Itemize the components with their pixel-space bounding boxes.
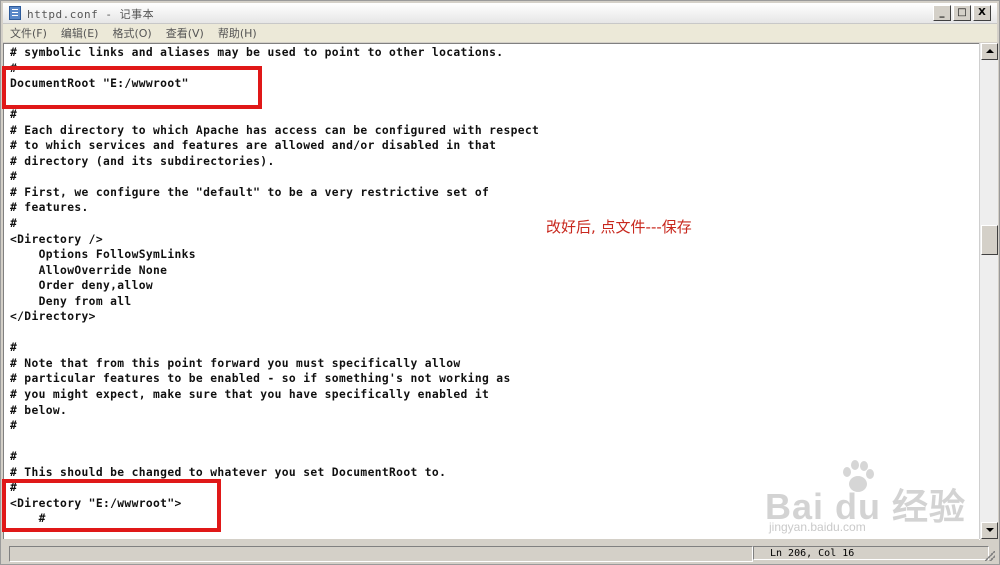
notepad-icon: [9, 6, 21, 20]
editor-line: #: [10, 170, 18, 184]
editor-line: # particular features to be enabled - so…: [10, 372, 511, 386]
editor-line: # This should be changed to whatever you…: [10, 465, 447, 479]
editor-line: # First, we configure the "default" to b…: [10, 185, 490, 199]
editor-line: Options FollowSymLinks: [10, 248, 196, 262]
title-bar: httpd.conf - 记事本 _ □ X: [3, 3, 997, 24]
editor-line: AllowOverride None: [10, 263, 168, 277]
scroll-up-button[interactable]: [981, 43, 998, 60]
editor-line: Order deny,allow: [10, 279, 154, 293]
close-button[interactable]: X: [973, 5, 991, 21]
editor-line: # Note that from this point forward you …: [10, 356, 461, 370]
maximize-button[interactable]: □: [953, 5, 971, 21]
minimize-button[interactable]: _: [933, 5, 951, 21]
resize-grip-icon[interactable]: [985, 551, 995, 561]
status-bar: Ln 206, Col 16: [3, 545, 997, 563]
status-message-pane: [9, 546, 753, 562]
menu-view[interactable]: 查看(V): [159, 25, 211, 41]
editor-line: Deny from all: [10, 294, 132, 308]
watermark-url: jingyan.baidu.com: [769, 520, 866, 534]
editor-line: #: [10, 108, 18, 122]
editor-line: #: [10, 419, 18, 433]
menu-file[interactable]: 文件(F): [3, 25, 54, 41]
editor-line: #: [10, 217, 18, 231]
scroll-thumb[interactable]: [981, 225, 998, 255]
editor-line: # directory (and its subdirectories).: [10, 154, 275, 168]
editor-line: <Directory />: [10, 232, 103, 246]
editor-line: </Directory>: [10, 310, 96, 324]
menu-edit[interactable]: 编辑(E): [54, 25, 106, 41]
editor-lines: # symbolic links and aliases may be used…: [10, 45, 539, 527]
scroll-down-button[interactable]: [981, 522, 998, 539]
highlight-documentroot: [2, 66, 262, 109]
cursor-position: Ln 206, Col 16: [753, 546, 989, 560]
editor-line: # to which services and features are all…: [10, 139, 497, 153]
editor-line: #: [10, 450, 18, 464]
vertical-scrollbar[interactable]: [979, 43, 998, 539]
instruction-annotation: 改好后, 点文件---保存: [546, 218, 692, 236]
window-controls: _ □ X: [933, 5, 991, 21]
menu-bar: 文件(F) 编辑(E) 格式(O) 查看(V) 帮助(H): [3, 24, 997, 42]
menu-format[interactable]: 格式(O): [105, 25, 158, 41]
editor-line: # you might expect, make sure that you h…: [10, 388, 490, 402]
editor-line: # below.: [10, 403, 68, 417]
window-title: httpd.conf - 记事本: [27, 8, 155, 21]
highlight-directory: [2, 479, 221, 532]
text-editor[interactable]: # symbolic links and aliases may be used…: [3, 43, 980, 540]
editor-line: # features.: [10, 201, 89, 215]
menu-help[interactable]: 帮助(H): [211, 25, 264, 41]
editor-line: # symbolic links and aliases may be used…: [10, 46, 504, 59]
editor-line: #: [10, 341, 18, 355]
editor-line: # Each directory to which Apache has acc…: [10, 123, 540, 137]
